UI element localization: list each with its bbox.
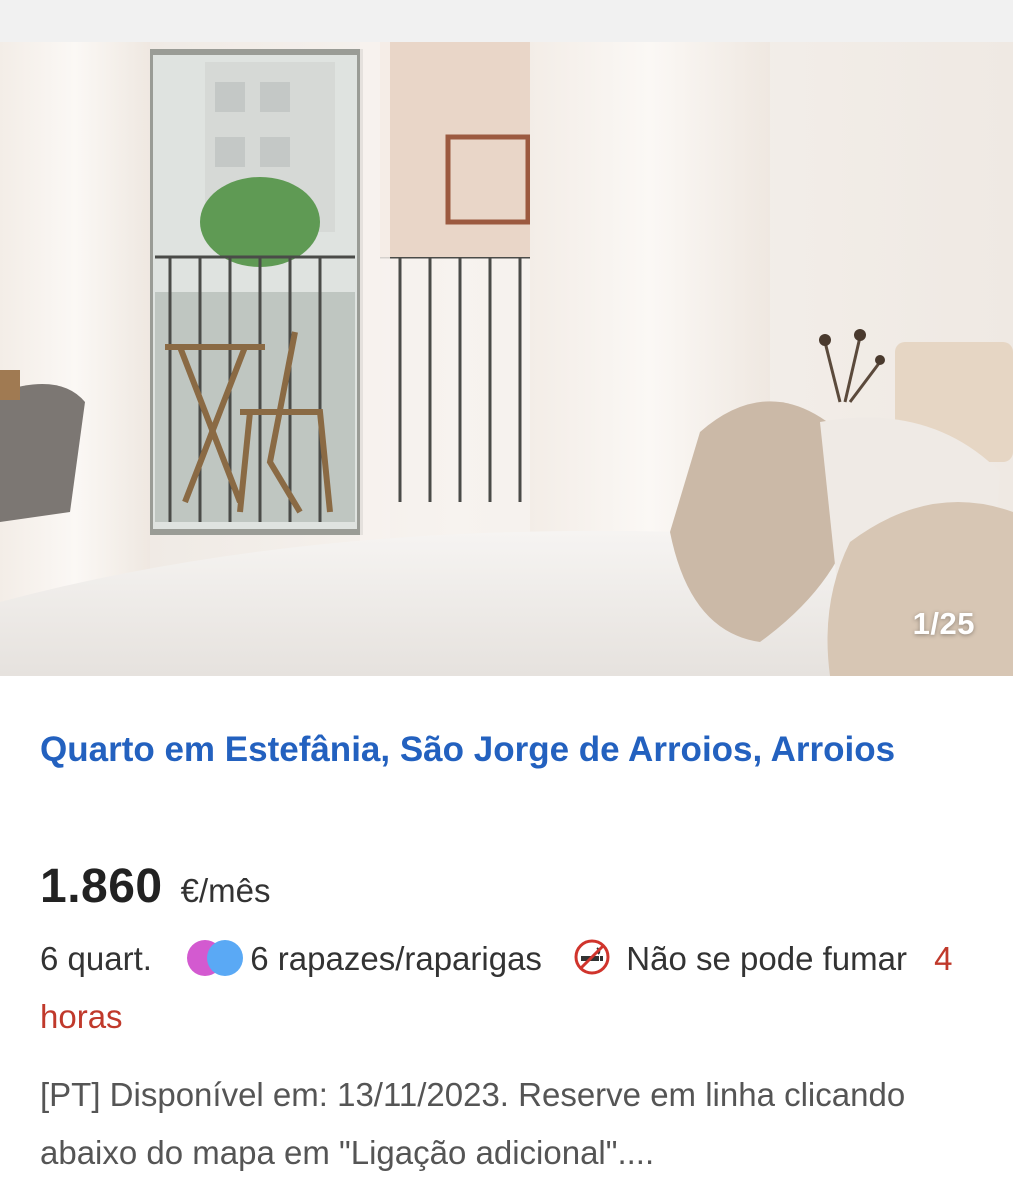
price: 1.860 €/mês: [40, 859, 271, 919]
photo-counter: 1/25: [912, 606, 975, 641]
gender-info: 6 rapazes/raparigas: [250, 940, 542, 977]
smoking-info: Não se pode fumar: [626, 940, 907, 977]
no-smoking-icon: [574, 939, 610, 975]
listing-features: 6 quart. 6 rapazes/raparigas Não se pode…: [40, 930, 980, 1046]
gender-mixed-icon: [187, 940, 244, 976]
price-unit: €/mês: [180, 872, 271, 909]
listing-title-link[interactable]: Quarto em Estefânia, São Jorge de Arroio…: [40, 722, 940, 778]
listing-photo[interactable]: 1/25: [0, 42, 1013, 676]
listing-description: [PT] Disponível em: 13/11/2023. Reserve …: [40, 1076, 906, 1171]
room-photo-image: [0, 42, 1013, 676]
top-bar: [0, 0, 1013, 42]
price-amount: 1.860: [40, 860, 163, 913]
rooms-count: 6 quart.: [40, 940, 152, 977]
